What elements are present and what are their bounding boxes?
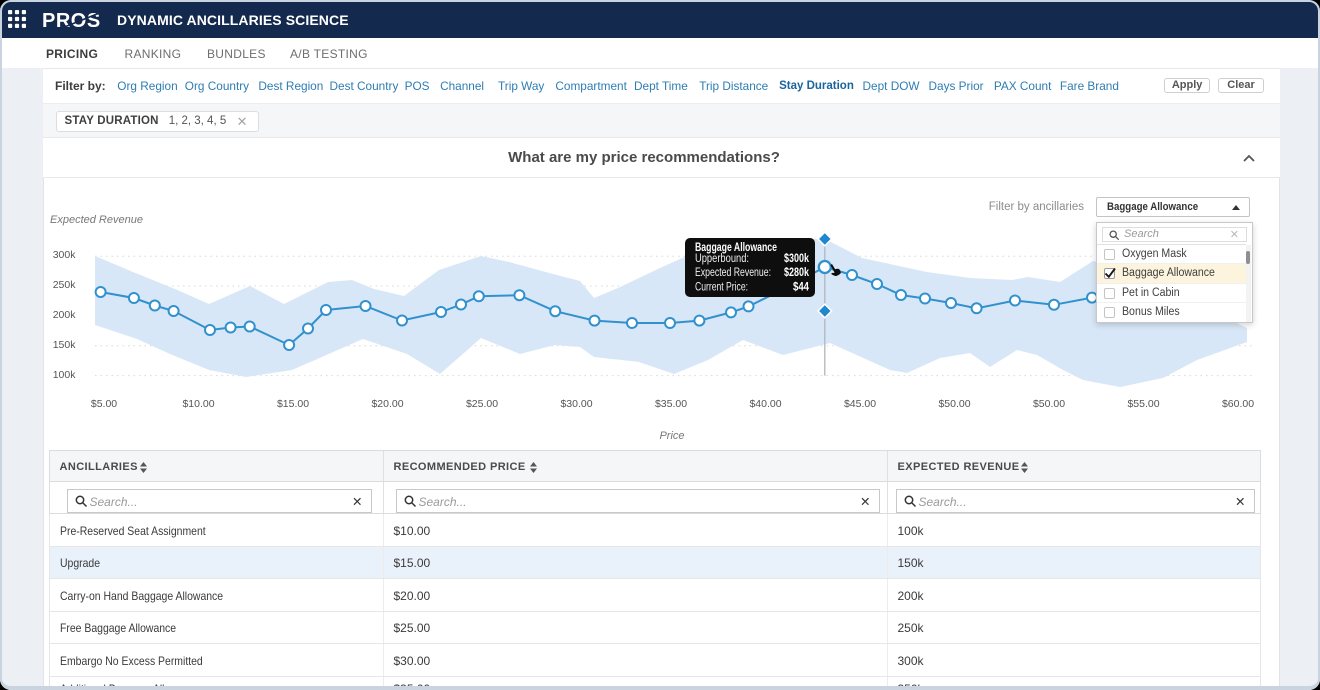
svg-text:PROS: PROS [42, 10, 101, 32]
svg-text:$40.00: $40.00 [749, 398, 781, 410]
svg-text:Price: Price [659, 430, 684, 442]
svg-text:$44: $44 [793, 282, 810, 294]
svg-text:$25.00: $25.00 [466, 398, 498, 410]
svg-text:$35.00: $35.00 [655, 398, 687, 410]
svg-text:200k: 200k [53, 309, 77, 321]
svg-text:$280k: $280k [784, 267, 809, 279]
svg-text:300k: 300k [53, 249, 77, 261]
svg-text:$55.00: $55.00 [1127, 398, 1159, 410]
svg-text:Expected Revenue: Expected Revenue [50, 214, 143, 226]
svg-text:$300k: $300k [784, 253, 809, 265]
svg-text:150k: 150k [53, 339, 77, 351]
svg-text:250k: 250k [53, 279, 77, 291]
svg-text:Baggage Allowance: Baggage Allowance [695, 240, 777, 254]
svg-text:Upperbound:: Upperbound: [695, 253, 749, 265]
svg-text:$50.00: $50.00 [1033, 398, 1065, 410]
svg-text:$30.00: $30.00 [560, 398, 592, 410]
svg-text:$15.00: $15.00 [277, 398, 309, 410]
svg-text:$60.00: $60.00 [1222, 398, 1254, 410]
svg-text:100k: 100k [53, 369, 77, 381]
svg-text:Expected Revenue:: Expected Revenue: [695, 267, 771, 279]
svg-text:$50.00: $50.00 [938, 398, 970, 410]
svg-text:$5.00: $5.00 [91, 398, 117, 410]
svg-text:$20.00: $20.00 [371, 398, 403, 410]
svg-text:Current Price:: Current Price: [695, 282, 748, 294]
svg-text:$10.00: $10.00 [182, 398, 214, 410]
svg-text:$45.00: $45.00 [844, 398, 876, 410]
